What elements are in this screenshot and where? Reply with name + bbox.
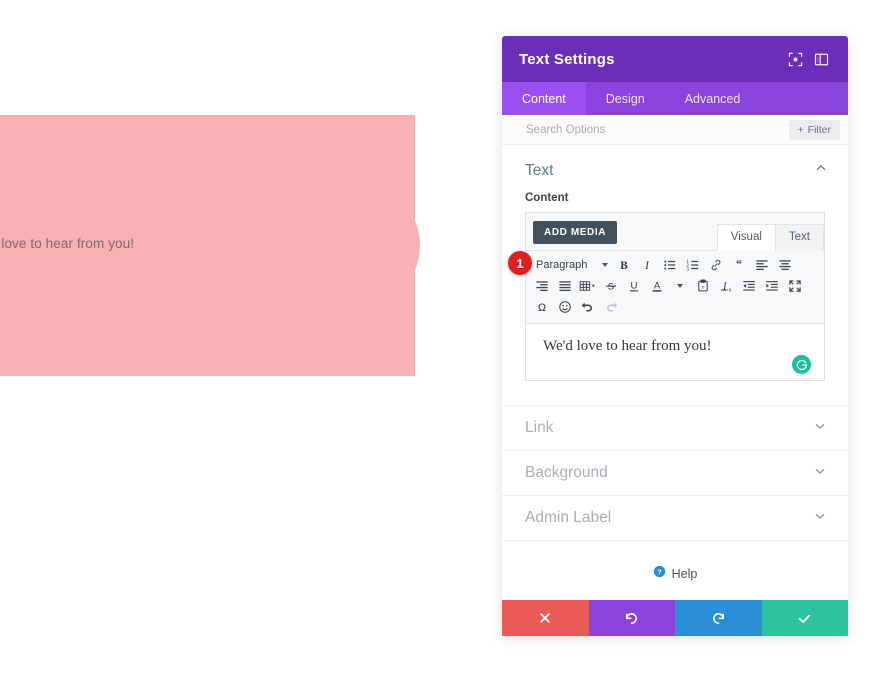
svg-text:B: B [620, 260, 628, 272]
chevron-down-icon [602, 263, 608, 267]
section-header-background[interactable]: Background [502, 450, 848, 495]
svg-text:Ω: Ω [537, 302, 545, 314]
help-label: Help [671, 567, 698, 581]
redo-icon[interactable] [600, 297, 621, 317]
section-header-text[interactable]: Text [502, 145, 848, 190]
search-input[interactable] [524, 122, 789, 137]
chevron-up-icon[interactable] [814, 161, 828, 180]
svg-text:S: S [607, 282, 613, 293]
help-row[interactable]: ? Help [502, 540, 848, 583]
editor-topbar: ADD MEDIA Visual Text [526, 213, 824, 251]
paste-as-text-icon[interactable]: T [692, 276, 713, 296]
bulleted-list-icon[interactable] [659, 255, 680, 275]
editor-toolbar: Paragraph B I 1 2 3 “ S U A T I x Ω [526, 251, 824, 324]
table-icon[interactable] [577, 276, 598, 296]
text-color-dropdown-caret[interactable] [669, 276, 690, 296]
indent-icon[interactable] [761, 276, 782, 296]
blockquote-icon[interactable]: “ [728, 255, 749, 275]
svg-text:x: x [728, 287, 731, 293]
paragraph-format-select[interactable]: Paragraph [530, 259, 612, 271]
text-settings-modal: Text Settings Content Design Advanced + [502, 36, 848, 636]
undo-icon[interactable] [577, 297, 598, 317]
emoji-icon[interactable] [554, 297, 575, 317]
section-label-background: Background [525, 464, 608, 481]
wysiwyg-editor: ADD MEDIA Visual Text Paragraph B I 1 2 … [525, 212, 825, 381]
add-media-button[interactable]: ADD MEDIA [533, 221, 618, 244]
strikethrough-icon[interactable]: S [600, 276, 621, 296]
numbered-list-icon[interactable]: 1 2 3 [682, 255, 703, 275]
editor-text-content[interactable]: We'd love to hear from you! [543, 338, 808, 355]
toolbar-row-3: Ω [530, 297, 820, 317]
field-label-content: Content [525, 192, 569, 204]
save-button[interactable] [761, 600, 848, 636]
svg-text:“: “ [736, 259, 742, 271]
svg-text:T: T [701, 285, 704, 291]
undo-button[interactable] [588, 600, 675, 636]
chevron-down-icon[interactable] [813, 464, 827, 483]
bold-icon[interactable]: B [613, 255, 634, 275]
align-justify-icon[interactable] [554, 276, 575, 296]
section-label-link: Link [525, 419, 554, 436]
section-header-link[interactable]: Link [502, 405, 848, 450]
section-label-admin-label: Admin Label [525, 509, 612, 526]
section-header-admin-label[interactable]: Admin Label [502, 495, 848, 540]
fullscreen-icon[interactable] [784, 276, 805, 296]
clear-formatting-icon[interactable]: I x [715, 276, 736, 296]
svg-text:?: ? [657, 567, 662, 576]
svg-text:U: U [630, 281, 637, 292]
collapsed-sections-list: Link Background Admin Label [502, 405, 848, 540]
toolbar-row-2: S U A T I x [530, 276, 820, 296]
modal-header: Text Settings [502, 36, 848, 82]
align-left-icon[interactable] [751, 255, 772, 275]
chevron-down-icon[interactable] [813, 419, 827, 438]
grammarly-icon[interactable] [792, 355, 811, 374]
modal-tab-bar: Content Design Advanced [502, 82, 848, 115]
paragraph-format-label: Paragraph [536, 259, 588, 271]
underline-icon[interactable]: U [623, 276, 644, 296]
tab-advanced[interactable]: Advanced [665, 82, 761, 115]
tab-design[interactable]: Design [586, 82, 665, 115]
italic-icon[interactable]: I [636, 255, 657, 275]
preview-text-module[interactable]: We'd love to hear from you! [0, 236, 134, 251]
filter-button-label: Filter [807, 123, 831, 136]
tab-content[interactable]: Content [502, 82, 586, 115]
help-circle-icon[interactable]: ? [653, 565, 666, 583]
search-options-row: + Filter [502, 115, 848, 145]
section-title-text: Text [525, 161, 554, 179]
svg-text:I: I [721, 282, 726, 293]
cancel-button[interactable] [502, 600, 589, 636]
align-center-icon[interactable] [774, 255, 795, 275]
tab-visual[interactable]: Visual [716, 224, 776, 251]
svg-text:A: A [653, 281, 660, 291]
chevron-down-icon[interactable] [813, 509, 827, 528]
callout-badge-1: 1 [508, 251, 532, 275]
text-color-icon[interactable]: A [646, 276, 667, 296]
filter-button[interactable]: + Filter [788, 119, 840, 140]
focus-mode-icon[interactable] [782, 46, 808, 72]
link-icon[interactable] [705, 255, 726, 275]
toolbar-row-1: Paragraph B I 1 2 3 “ [530, 255, 820, 275]
plus-icon: + [797, 123, 804, 136]
special-character-icon[interactable]: Ω [531, 297, 552, 317]
tab-text[interactable]: Text [774, 224, 824, 251]
redo-button[interactable] [675, 600, 762, 636]
svg-text:3: 3 [686, 266, 689, 271]
svg-text:I: I [644, 260, 650, 272]
editor-content-area[interactable]: We'd love to hear from you! [526, 324, 824, 380]
page-title: Text Settings [519, 50, 615, 68]
outdent-icon[interactable] [738, 276, 759, 296]
align-right-icon[interactable] [531, 276, 552, 296]
modal-body: 1 Text Content ADD MEDIA Visual Text Par… [502, 145, 848, 600]
modal-footer [502, 600, 848, 636]
layout-panel-icon[interactable] [808, 46, 834, 72]
editor-mode-tabs: Visual Text [716, 224, 824, 251]
